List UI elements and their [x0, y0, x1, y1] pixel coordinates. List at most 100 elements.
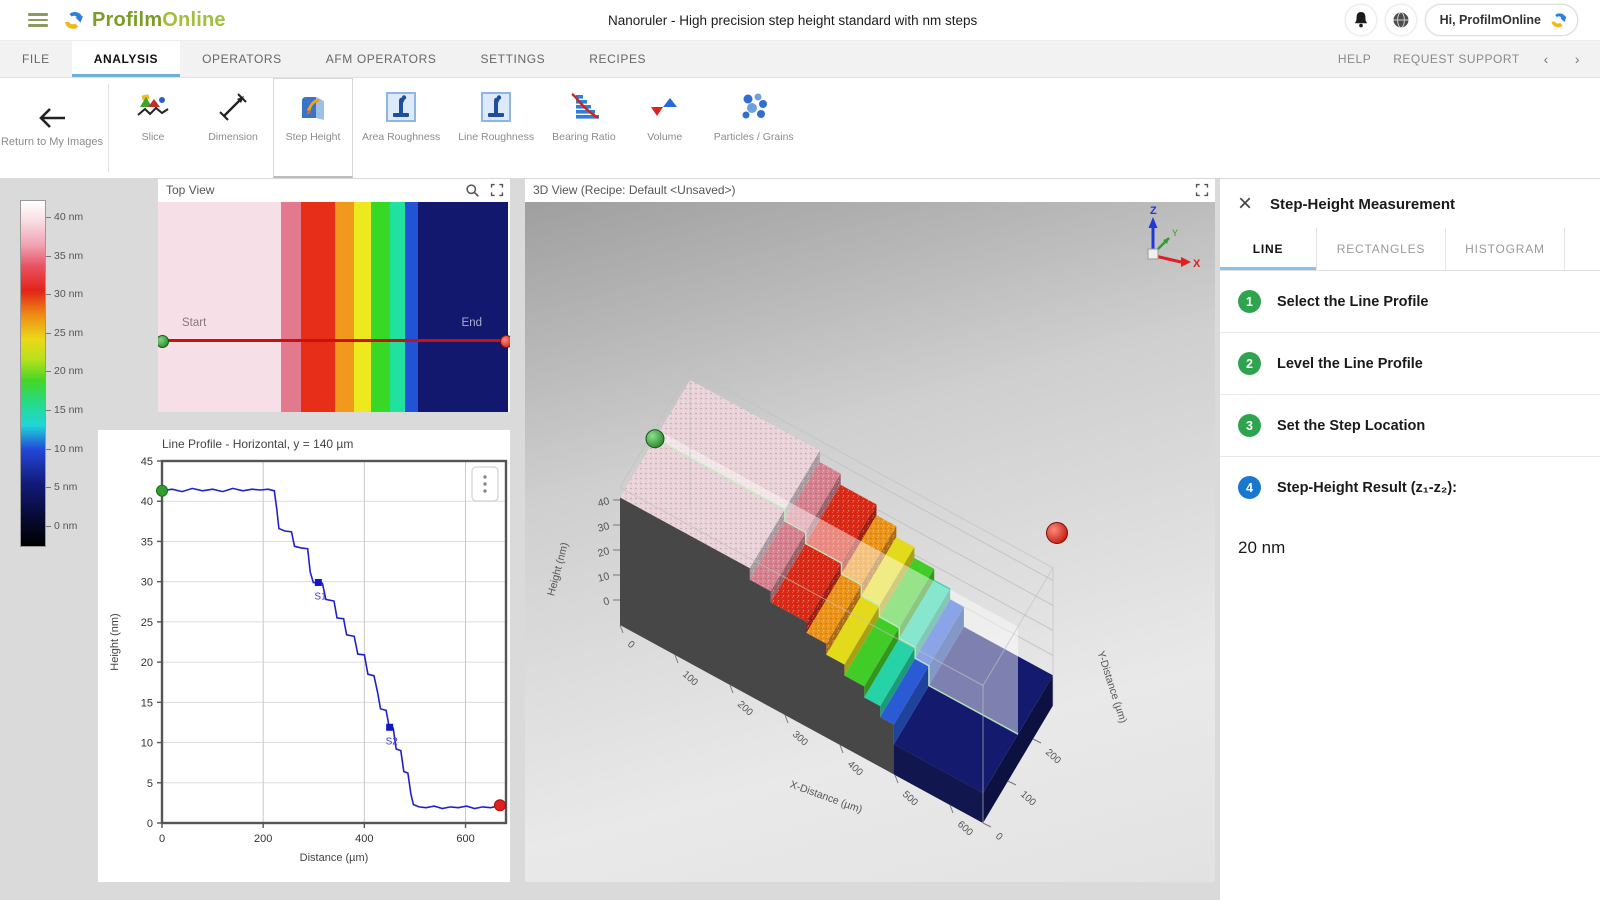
surface-3d-view[interactable]: 0 10 20 30 40Height (nm) 0 100 200 300 4…: [525, 202, 1215, 882]
tool-label: Line Roughness: [458, 131, 534, 144]
fullscreen-icon[interactable]: [490, 183, 504, 197]
svg-text:0: 0: [159, 833, 165, 845]
tool-particles-grains[interactable]: Particles / Grains: [705, 78, 803, 178]
tool-label: Dimension: [208, 131, 258, 144]
wizard-step-2[interactable]: 2Level the Line Profile: [1220, 333, 1600, 395]
step-label: Set the Step Location: [1277, 418, 1425, 434]
line-profile-chart[interactable]: 0510152025303540450200400600Distance (µm…: [98, 451, 510, 887]
menu-tab-analysis[interactable]: ANALYSIS: [72, 41, 180, 77]
return-to-my-images-button[interactable]: Return to My Images: [0, 78, 104, 178]
chevron-right-icon[interactable]: ›: [1573, 51, 1582, 67]
end-sphere-marker[interactable]: [1047, 523, 1068, 544]
user-menu-button[interactable]: Hi, ProfilmOnline: [1425, 4, 1578, 36]
svg-text:400: 400: [355, 833, 373, 845]
colorbar-label: 35 nm: [54, 250, 83, 262]
brand-logo[interactable]: ProfilmOnline: [62, 8, 226, 32]
svg-text:10: 10: [596, 570, 611, 585]
profilm-logo-small-icon: [1549, 10, 1569, 30]
language-button[interactable]: [1385, 4, 1417, 36]
profile-end-label: End: [462, 317, 482, 329]
tool-dimension[interactable]: Dimension: [193, 78, 273, 178]
step-number-badge: 3: [1238, 414, 1261, 437]
tool-line-roughness[interactable]: Line Roughness: [449, 78, 543, 178]
bell-icon: [1353, 11, 1369, 29]
menu-bar: FILEANALYSISOPERATORSAFM OPERATORSSETTIN…: [0, 41, 1600, 78]
measure-tab-line[interactable]: LINE: [1220, 228, 1317, 270]
brand-wordmark: ProfilmOnline: [92, 9, 226, 32]
svg-text:5: 5: [147, 778, 153, 790]
profile-start-handle[interactable]: [158, 335, 169, 348]
profile-start-marker[interactable]: [157, 485, 168, 496]
colorbar-label: 20 nm: [54, 365, 83, 377]
step-icon: [296, 89, 330, 125]
profile-line[interactable]: [158, 339, 508, 342]
zoom-icon[interactable]: [465, 183, 480, 198]
volume-icon: [649, 89, 681, 125]
rough-icon: [480, 89, 512, 125]
wizard-step-1[interactable]: 1Select the Line Profile: [1220, 271, 1600, 333]
colorbar-label: 5 nm: [54, 481, 77, 493]
colorbar-label: 25 nm: [54, 327, 83, 339]
height-map-stripe: [405, 202, 418, 412]
wizard-step-3[interactable]: 3 Set the Step Location: [1220, 395, 1600, 457]
help-link[interactable]: HELP: [1338, 52, 1371, 66]
profile-end-marker[interactable]: [494, 800, 505, 811]
colorbar-tick: [46, 256, 51, 257]
top-view-image[interactable]: Start End: [158, 202, 510, 412]
step-marker[interactable]: [386, 724, 393, 731]
menu-tab-operators[interactable]: OPERATORS: [180, 41, 304, 77]
profile-start-label: Start: [182, 317, 206, 329]
profile-end-handle[interactable]: [500, 335, 510, 348]
tool-area-roughness[interactable]: Area Roughness: [353, 78, 449, 178]
svg-text:100: 100: [1018, 789, 1038, 809]
tool-label: Bearing Ratio: [552, 131, 616, 144]
tool-step-height[interactable]: Step Height: [273, 78, 353, 178]
height-map-stripe: [390, 202, 405, 412]
colorbar-label: 30 nm: [54, 288, 83, 300]
tool-volume[interactable]: Volume: [625, 78, 705, 178]
height-map-stripe: [281, 202, 301, 412]
top-view-panel: Top View Start End: [158, 178, 510, 412]
line-profile-panel: Line Profile - Horizontal, y = 140 µm 05…: [98, 430, 510, 882]
notifications-button[interactable]: [1345, 4, 1377, 36]
tool-label: Step Height: [286, 131, 341, 144]
svg-text:Distance (µm): Distance (µm): [300, 852, 369, 864]
close-icon[interactable]: ×: [1238, 194, 1252, 214]
svg-text:15: 15: [141, 697, 153, 709]
menu-tab-afm-operators[interactable]: AFM OPERATORS: [304, 41, 459, 77]
measure-tab-histogram[interactable]: HISTOGRAM: [1446, 228, 1565, 270]
document-title: Nanoruler - High precision step height s…: [608, 13, 977, 28]
colorbar-tick: [46, 333, 51, 334]
svg-text:30: 30: [596, 520, 611, 535]
svg-text:100: 100: [680, 669, 700, 689]
tool-bearing-ratio[interactable]: Bearing Ratio: [543, 78, 625, 178]
step-label: Select the Line Profile: [1277, 294, 1429, 310]
svg-text:Height (nm): Height (nm): [545, 541, 571, 597]
step-marker[interactable]: [315, 579, 322, 586]
svg-text:20: 20: [596, 545, 611, 560]
colorbar-label: 10 nm: [54, 443, 83, 455]
start-sphere-marker[interactable]: [646, 430, 664, 448]
menu-tab-recipes[interactable]: RECIPES: [567, 41, 668, 77]
wizard-step-4[interactable]: 4Step-Height Result (z₁-z₂):: [1220, 457, 1600, 518]
step-label: Level the Line Profile: [1277, 356, 1423, 372]
hamburger-menu-icon[interactable]: [28, 13, 48, 27]
request-support-link[interactable]: REQUEST SUPPORT: [1393, 52, 1519, 66]
fullscreen-icon[interactable]: [1195, 183, 1209, 197]
particles-icon: [737, 89, 771, 125]
svg-text:25: 25: [141, 617, 153, 629]
menu-tab-file[interactable]: FILE: [0, 41, 72, 77]
chart-menu-button[interactable]: [472, 467, 498, 501]
chevron-left-icon[interactable]: ‹: [1542, 51, 1551, 67]
svg-text:400: 400: [845, 759, 865, 779]
back-button-label: Return to My Images: [1, 135, 103, 149]
height-map-stripe: [158, 202, 281, 412]
tool-slice[interactable]: Slice: [113, 78, 193, 178]
measure-tab-rectangles[interactable]: RECTANGLES: [1317, 228, 1446, 270]
menu-tab-settings[interactable]: SETTINGS: [458, 41, 567, 77]
svg-text:0: 0: [993, 831, 1005, 843]
height-map-stripe: [335, 202, 354, 412]
svg-text:0: 0: [147, 818, 153, 830]
svg-text:200: 200: [735, 699, 755, 719]
svg-text:X: X: [1193, 258, 1201, 270]
